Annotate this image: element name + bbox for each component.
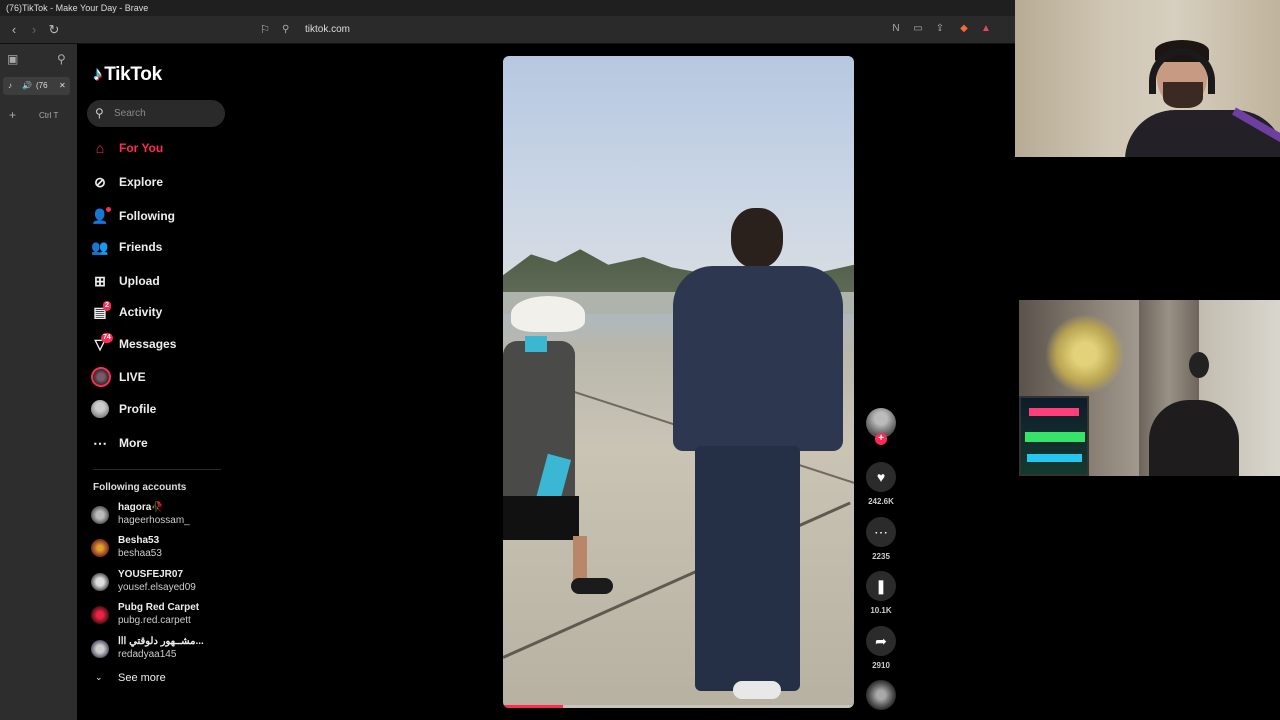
forward-icon[interactable]: ›	[26, 22, 42, 38]
tiktok-favicon-icon: ♪	[8, 81, 12, 90]
comment-icon: ⋯	[866, 517, 896, 547]
account-avatar	[91, 573, 109, 591]
sidebar-toggle-icon[interactable]: ▣	[7, 52, 18, 66]
share-icon[interactable]: ⇪	[933, 22, 947, 36]
upload-icon: ⊞	[94, 273, 106, 289]
account-item[interactable]: Pubg Red Carpet pubg.red.carpett	[91, 601, 231, 631]
search-input[interactable]	[114, 105, 214, 122]
account-avatar	[91, 506, 109, 524]
bookmark-icon[interactable]: ⚐	[257, 22, 273, 38]
new-tab-shortcut: Ctrl T	[39, 111, 59, 120]
home-icon: ⌂	[95, 140, 105, 156]
music-disc-icon[interactable]	[866, 680, 896, 710]
tab-tiktok[interactable]: ♪ 🔊 (76 ✕	[3, 77, 70, 95]
nav-more[interactable]: ⋯ More	[91, 432, 231, 456]
video-progress-fill	[503, 705, 563, 708]
like-count: 242.6K	[868, 497, 894, 506]
save-count: 10.1K	[870, 606, 892, 615]
account-item[interactable]: Besha53 beshaa53	[91, 534, 231, 564]
activity-badge: 2	[103, 301, 111, 311]
heart-icon: ♥	[866, 462, 896, 492]
browser-toolbar: ‹ › ↻ ⚐ ⚲ tiktok.com N ▭ ⇪ ◆ ▲	[0, 16, 1015, 44]
nav-friends[interactable]: 👥 Friends	[91, 236, 231, 260]
sidebar-divider	[93, 469, 221, 470]
site-info-icon[interactable]: ⚲	[282, 21, 289, 39]
nav-activity[interactable]: ▤ 2 Activity	[91, 301, 231, 325]
nav-messages[interactable]: ▽ 74 Messages	[91, 333, 231, 357]
tiktok-sidebar: ♪TikTok ⚲ ⌂ For You ⊘ Explore 👤 Followin…	[77, 44, 237, 720]
tiktok-logo[interactable]: ♪ TikTok	[93, 64, 162, 86]
new-tab-icon[interactable]: +	[9, 108, 16, 122]
messages-badge: 74	[101, 333, 113, 343]
webcam-overlay-room	[1019, 300, 1280, 476]
brave-shields-icon[interactable]: ◆	[957, 22, 971, 36]
vertical-tab-strip: ▣ ⚲ ♪ 🔊 (76 ✕ + Ctrl T	[0, 44, 77, 720]
author-avatar-button[interactable]: +	[862, 408, 900, 448]
video-player[interactable]	[503, 56, 854, 708]
nav-explore[interactable]: ⊘ Explore	[91, 171, 231, 195]
nav-live[interactable]: LIVE	[91, 366, 231, 390]
reload-icon[interactable]: ↻	[46, 22, 62, 38]
brave-rewards-icon[interactable]: ▲	[979, 22, 993, 36]
chevron-down-icon: ⌄	[95, 672, 103, 682]
share-button[interactable]: ➦ 2910	[862, 626, 900, 676]
nav-profile[interactable]: Profile	[91, 398, 231, 422]
save-button[interactable]: ❚ 10.1K	[862, 571, 900, 621]
search-tabs-icon[interactable]: ⚲	[57, 52, 66, 66]
nav-upload[interactable]: ⊞ Upload	[91, 270, 231, 294]
more-icon: ⋯	[93, 435, 107, 451]
close-tab-icon[interactable]: ✕	[59, 81, 66, 90]
share-count: 2910	[872, 661, 890, 670]
video-progress-bar[interactable]	[503, 705, 854, 708]
nav-following[interactable]: 👤 Following	[91, 205, 231, 229]
search-icon: ⚲	[95, 106, 104, 120]
bookmark-icon: ❚	[866, 571, 896, 601]
profile-avatar	[91, 400, 109, 418]
account-avatar	[91, 640, 109, 658]
logo-text: TikTok	[104, 64, 162, 85]
comment-count: 2235	[872, 552, 890, 561]
live-avatar	[91, 367, 111, 387]
tiktok-note-icon: ♪	[93, 64, 103, 85]
follow-plus-icon[interactable]: +	[875, 433, 887, 445]
search-box[interactable]: ⚲	[87, 100, 225, 127]
no-script-icon[interactable]: N	[889, 22, 903, 36]
back-icon[interactable]: ‹	[6, 22, 22, 38]
nav-for-you[interactable]: ⌂ For You	[91, 137, 231, 161]
compass-icon: ⊘	[94, 174, 106, 190]
comment-button[interactable]: ⋯ 2235	[862, 517, 900, 567]
url-text: tiktok.com	[305, 24, 351, 35]
like-button[interactable]: ♥ 242.6K	[862, 462, 900, 512]
window-title: (76)TikTok - Make Your Day - Brave	[0, 0, 1015, 16]
video-actions: + ♥ 242.6K ⋯ 2235 ❚ 10.1K ➦ 2910	[862, 408, 900, 718]
account-avatar	[91, 539, 109, 557]
webcam-overlay-streamer	[1015, 0, 1280, 157]
share-arrow-icon: ➦	[866, 626, 896, 656]
account-item[interactable]: YOUSFEJR07 yousef.elsayed09	[91, 568, 231, 598]
cast-icon[interactable]: ▭	[911, 22, 925, 36]
video-scene-child	[503, 296, 613, 656]
friends-icon: 👥	[91, 239, 109, 255]
account-item[interactable]: hagora🥀 hageerhossam_	[91, 501, 231, 531]
following-accounts-title: Following accounts	[93, 482, 187, 493]
following-dot	[106, 207, 111, 212]
audio-icon[interactable]: 🔊	[22, 81, 32, 90]
account-avatar	[91, 606, 109, 624]
video-scene-man	[673, 206, 843, 706]
account-item[interactable]: مشــهور دلوقتي ااا... redadyaa145	[91, 635, 231, 665]
tab-title: (76	[36, 81, 48, 90]
